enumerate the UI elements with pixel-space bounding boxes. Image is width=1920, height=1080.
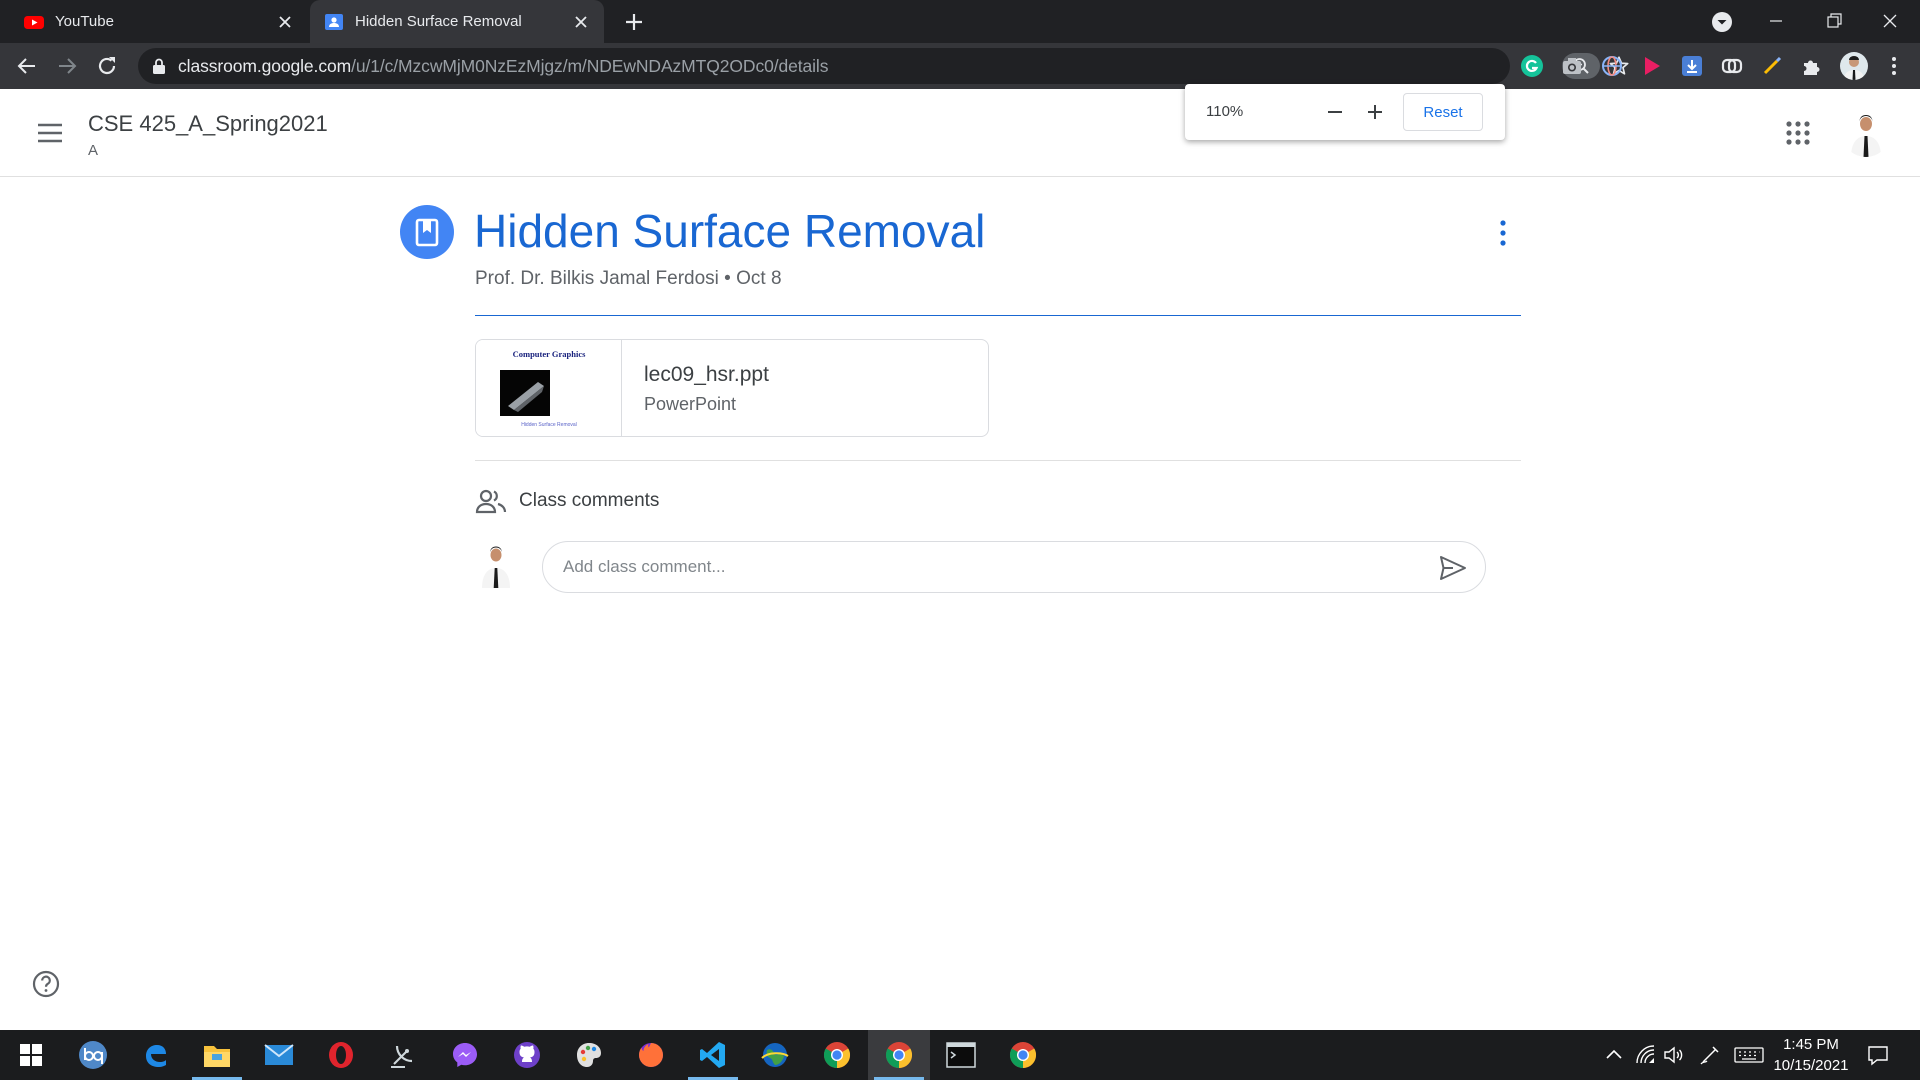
- terminal-icon[interactable]: [930, 1030, 992, 1080]
- more-options-icon[interactable]: [1490, 219, 1516, 247]
- class-name[interactable]: CSE 425_A_Spring2021: [88, 111, 328, 137]
- url-text[interactable]: classroom.google.com/u/1/c/MzcwMjM0NzEzM…: [178, 56, 828, 77]
- minimize-icon[interactable]: [1756, 6, 1796, 36]
- link-icon[interactable]: [1720, 54, 1744, 78]
- comments-divider: [475, 460, 1521, 461]
- grammarly-icon[interactable]: [1520, 54, 1544, 78]
- people-icon: [475, 488, 507, 514]
- network-icon[interactable]: [1634, 1043, 1658, 1067]
- close-tab-icon[interactable]: [572, 13, 590, 31]
- tab-title: YouTube: [55, 13, 114, 30]
- close-tab-icon[interactable]: [276, 13, 294, 31]
- browser-tab-strip: YouTube Hidden Surface Removal: [0, 0, 1920, 43]
- attachment-card[interactable]: Computer Graphics Hidden Surface Removal…: [475, 339, 989, 437]
- comment-input[interactable]: [563, 550, 1423, 584]
- youtube-icon: [24, 12, 44, 32]
- file-explorer-icon[interactable]: [186, 1030, 248, 1080]
- close-window-icon[interactable]: [1870, 6, 1910, 36]
- messenger-icon[interactable]: [434, 1030, 496, 1080]
- camera-icon[interactable]: [1560, 54, 1584, 78]
- tab-title: Hidden Surface Removal: [355, 13, 522, 30]
- title-divider: [475, 315, 1521, 316]
- reload-icon[interactable]: [94, 53, 120, 79]
- tab-youtube[interactable]: YouTube: [0, 0, 308, 43]
- zoom-out-icon[interactable]: [1323, 100, 1347, 124]
- chrome-icon[interactable]: [868, 1030, 930, 1080]
- start-icon[interactable]: [0, 1030, 62, 1080]
- browser-menu-icon[interactable]: [1882, 54, 1906, 78]
- play-icon[interactable]: [1640, 54, 1664, 78]
- earth-icon[interactable]: [744, 1030, 806, 1080]
- mail-icon[interactable]: [248, 1030, 310, 1080]
- firefox-icon[interactable]: [620, 1030, 682, 1080]
- material-icon: [400, 205, 454, 259]
- vscode-icon[interactable]: [682, 1030, 744, 1080]
- classroom-icon: [324, 12, 344, 32]
- zoom-in-icon[interactable]: [1363, 100, 1387, 124]
- qbittorrent-icon[interactable]: [62, 1030, 124, 1080]
- thumbnail-caption: Computer Graphics: [512, 349, 586, 359]
- hamburger-menu-icon[interactable]: [36, 121, 64, 145]
- tab-hidden-surface-removal[interactable]: Hidden Surface Removal: [310, 0, 604, 43]
- pen-icon[interactable]: [1760, 54, 1784, 78]
- material-meta: Prof. Dr. Bilkis Jamal Ferdosi • Oct 8: [475, 268, 782, 289]
- tab-search-icon[interactable]: [1710, 10, 1734, 34]
- browser-toolbar: classroom.google.com/u/1/c/MzcwMjM0NzEzM…: [0, 43, 1920, 89]
- new-tab-icon[interactable]: [622, 10, 646, 34]
- class-comments-heading: Class comments: [519, 490, 660, 511]
- help-icon[interactable]: [32, 970, 60, 998]
- profile-avatar[interactable]: [1840, 52, 1868, 80]
- clock-time: 1:45 PM: [1783, 1036, 1839, 1053]
- address-bar[interactable]: classroom.google.com/u/1/c/MzcwMjM0NzEzM…: [138, 48, 1629, 84]
- lock-icon[interactable]: [152, 58, 166, 74]
- google-apps-icon[interactable]: [1786, 121, 1810, 145]
- github-icon[interactable]: [496, 1030, 558, 1080]
- account-avatar[interactable]: [1842, 109, 1890, 157]
- globe-icon[interactable]: [1600, 54, 1624, 78]
- comment-box: [542, 541, 1486, 593]
- puzzle-icon[interactable]: [1800, 54, 1824, 78]
- attachment-thumbnail: Computer Graphics Hidden Surface Removal: [476, 340, 622, 436]
- windows-taskbar: 1:45 PM 10/15/2021: [0, 1030, 1920, 1080]
- forward-icon[interactable]: [54, 53, 80, 79]
- notifications-icon[interactable]: [1866, 1043, 1890, 1067]
- send-icon[interactable]: [1439, 555, 1467, 581]
- class-section: A: [88, 142, 99, 159]
- thumbnail-footer: Hidden Surface Removal: [521, 422, 577, 428]
- keyboard-icon[interactable]: [1734, 1043, 1764, 1067]
- back-icon[interactable]: [14, 53, 40, 79]
- pen-workspace-icon[interactable]: [1698, 1043, 1722, 1067]
- page-title: Hidden Surface Removal: [474, 205, 986, 257]
- thumbnail-image: [500, 370, 550, 416]
- system-clock[interactable]: 1:45 PM 10/15/2021: [1770, 1034, 1852, 1076]
- edge-icon[interactable]: [124, 1030, 186, 1080]
- zoom-reset-button[interactable]: Reset: [1403, 93, 1483, 131]
- url-path: /u/1/c/MzcwMjM0NzEzMjgz/m/NDEwNDAzMTQ2OD…: [351, 56, 829, 76]
- classroom-header: CSE 425_A_Spring2021 A: [0, 89, 1920, 177]
- url-host: classroom.google.com: [178, 56, 352, 76]
- attachment-type: PowerPoint: [644, 394, 737, 414]
- download-icon[interactable]: [1680, 54, 1704, 78]
- opera-icon[interactable]: [310, 1030, 372, 1080]
- volume-icon[interactable]: [1662, 1043, 1686, 1067]
- attachment-name[interactable]: lec09_hsr.ppt: [644, 363, 769, 387]
- zoom-popup: 110% Reset: [1185, 84, 1505, 140]
- clock-date: 10/15/2021: [1773, 1057, 1849, 1074]
- restore-icon[interactable]: [1814, 6, 1854, 36]
- chevron-up-icon[interactable]: [1602, 1043, 1626, 1067]
- zoom-level: 110%: [1206, 103, 1244, 120]
- paint-icon[interactable]: [558, 1030, 620, 1080]
- user-avatar: [475, 542, 517, 588]
- chrome-icon[interactable]: [992, 1030, 1054, 1080]
- chrome-icon[interactable]: [806, 1030, 868, 1080]
- satellite-icon[interactable]: [372, 1030, 434, 1080]
